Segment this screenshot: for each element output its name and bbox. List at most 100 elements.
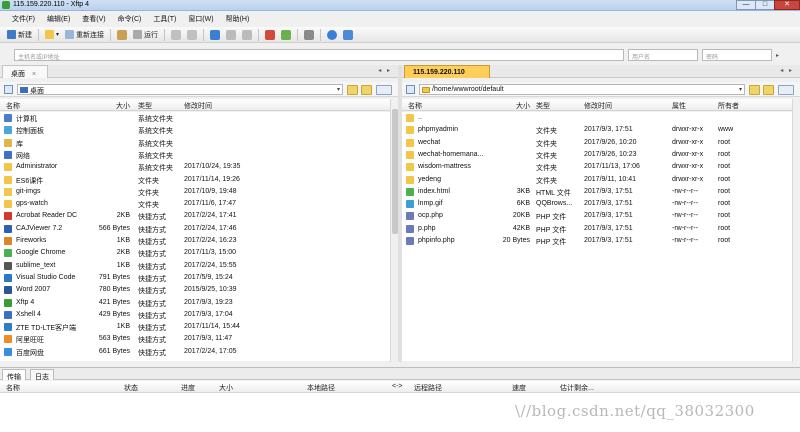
table-row[interactable]: phpmyadmin 文件夹 2017/9/3, 17:51 drwxr-xr-x ww… <box>402 124 792 136</box>
minimize-button[interactable]: — <box>736 0 756 10</box>
table-row[interactable]: index.html 3KB HTML 文件 2017/9/3, 17:51 -rw-r… <box>402 186 792 198</box>
run-button[interactable]: 运行 <box>130 28 161 42</box>
transfer-col-direction[interactable]: <-> <box>392 383 403 390</box>
table-row[interactable]: 阿里旺旺 563 Bytes 快捷方式 2017/9/3, 11:47 <box>0 333 390 345</box>
table-row[interactable]: Visual Studio Code 791 Bytes 快捷方式 2017/5/9,… <box>0 272 390 284</box>
table-row[interactable]: Administrator 系统文件夹 2017/10/24, 19:35 <box>0 161 390 173</box>
transfer-col-speed[interactable]: 速度 <box>512 383 526 393</box>
xshell-icon[interactable] <box>265 29 276 40</box>
right-scrollbar[interactable] <box>792 99 800 362</box>
username-input[interactable]: 用户名 <box>628 49 698 61</box>
copy-icon[interactable] <box>226 29 237 40</box>
transfer-col-status[interactable]: 状态 <box>124 383 138 393</box>
remote-col-attrs[interactable]: 属性 <box>672 101 686 111</box>
menu-edit[interactable]: 编辑(E) <box>41 12 76 24</box>
table-row[interactable]: Xftp 4 421 Bytes 快捷方式 2017/9/3, 19:23 <box>0 297 390 309</box>
menu-view[interactable]: 查看(V) <box>76 12 111 24</box>
transfer-col-progress[interactable]: 进度 <box>181 383 195 393</box>
remote-parent-folder-icon[interactable] <box>749 85 760 95</box>
transfer-col-name[interactable]: 名称 <box>6 383 20 393</box>
table-row[interactable]: 库 系统文件夹 <box>0 137 390 149</box>
left-scrollbar[interactable] <box>390 99 398 362</box>
col-size[interactable]: 大小 <box>116 101 130 111</box>
remote-col-modified[interactable]: 修改时间 <box>584 101 612 111</box>
properties-icon[interactable] <box>117 29 128 40</box>
sidebar-toggle-icon[interactable] <box>4 85 13 94</box>
sync-icon[interactable] <box>281 29 292 40</box>
menu-tools[interactable]: 工具(T) <box>147 12 182 24</box>
menu-file[interactable]: 文件(F) <box>6 12 41 24</box>
remote-sidebar-toggle-icon[interactable] <box>406 85 415 94</box>
table-row[interactable]: Word 2007 780 Bytes 快捷方式 2015/9/25, 10:39 <box>0 284 390 296</box>
table-row[interactable]: 百度网盘 661 Bytes 快捷方式 2017/2/24, 17:05 <box>0 346 390 358</box>
table-row[interactable]: wechat 文件夹 2017/9/26, 10:20 drwxr-xr-x root <box>402 137 792 149</box>
table-row[interactable]: .. <box>402 112 792 124</box>
table-row[interactable]: 网络 系统文件夹 <box>0 149 390 161</box>
transfer-col-local-path[interactable]: 本地路径 <box>307 383 335 393</box>
table-row[interactable]: Acrobat Reader DC 2KB 快捷方式 2017/2/24, 17:41 <box>0 210 390 222</box>
table-row[interactable]: git-imgs 文件夹 2017/10/9, 19:48 <box>0 186 390 198</box>
table-row[interactable]: lnmp.gif 6KB QQBrows... 2017/9/3, 17:51 -rw-… <box>402 198 792 210</box>
help-icon[interactable] <box>343 29 354 40</box>
table-row[interactable]: ocp.php 20KB PHP 文件 2017/9/3, 17:51 -rw-r--r… <box>402 210 792 222</box>
table-row[interactable]: 计算机 系统文件夹 <box>0 112 390 124</box>
reconnect-button[interactable]: 重新连接 <box>62 28 107 42</box>
tab-log[interactable]: 日志 <box>30 369 54 381</box>
parent-folder-icon[interactable] <box>347 85 358 95</box>
table-row[interactable]: Fireworks 1KB 快捷方式 2017/2/24, 16:23 <box>0 235 390 247</box>
host-input[interactable]: 主机名或IP地址 <box>14 49 624 61</box>
menu-help[interactable]: 帮助(H) <box>220 12 256 24</box>
right-path-field[interactable]: /home/wwwroot/default ▾ <box>419 84 745 95</box>
table-row[interactable]: 控制面板 系统文件夹 <box>0 124 390 136</box>
paste-icon[interactable] <box>242 29 253 40</box>
home-folder-icon[interactable] <box>361 85 372 95</box>
col-modified[interactable]: 修改时间 <box>184 101 212 111</box>
table-row[interactable]: ZTE TD-LTE客户端 1KB 快捷方式 2017/11/14, 15:44 <box>0 321 390 333</box>
col-name[interactable]: 名称 <box>6 101 20 111</box>
path-dropdown-icon[interactable]: ▾ <box>337 86 340 93</box>
menu-commands[interactable]: 命令(C) <box>112 12 148 24</box>
table-row[interactable]: CAJViewer 7.2 566 Bytes 快捷方式 2017/2/24, 17:… <box>0 223 390 235</box>
remote-col-owner[interactable]: 所有者 <box>718 101 739 111</box>
table-row[interactable]: ES6课件 文件夹 2017/11/14, 19:26 <box>0 174 390 186</box>
right-tab-scroll-arrows[interactable]: ◂ ▸ <box>780 67 794 74</box>
password-input[interactable]: 密码 <box>702 49 772 61</box>
remote-col-type[interactable]: 类型 <box>536 101 550 111</box>
col-type[interactable]: 类型 <box>138 101 152 111</box>
remote-col-name[interactable]: 名称 <box>408 101 422 111</box>
table-row[interactable]: phpinfo.php 20 Bytes PHP 文件 2017/9/3, 17:51… <box>402 235 792 247</box>
transfer-col-remote-path[interactable]: 远程路径 <box>414 383 442 393</box>
close-tab-icon[interactable]: × <box>32 71 36 78</box>
maximize-button[interactable]: □ <box>755 0 775 10</box>
back-arrow-icon[interactable] <box>171 29 182 40</box>
open-folder-button[interactable]: ▾ <box>42 28 62 42</box>
remote-col-size[interactable]: 大小 <box>516 101 530 111</box>
new-session-button[interactable]: 新建 <box>4 28 35 42</box>
remote-view-mode-icon[interactable] <box>778 85 794 95</box>
menu-window[interactable]: 窗口(W) <box>182 12 219 24</box>
table-row[interactable]: wisdom-mattress 文件夹 2017/11/13, 17:06 drwxr… <box>402 161 792 173</box>
table-row[interactable]: gps-watch 文件夹 2017/11/6, 17:47 <box>0 198 390 210</box>
table-row[interactable]: wechat-homemana... 文件夹 2017/9/26, 10:23 drw… <box>402 149 792 161</box>
tab-desktop[interactable]: 桌面 × <box>2 65 48 78</box>
table-row[interactable]: yedeng 文件夹 2017/9/11, 10:41 drwxr-xr-x root <box>402 174 792 186</box>
table-row[interactable]: Xshell 4 429 Bytes 快捷方式 2017/9/3, 17:04 <box>0 309 390 321</box>
remote-home-folder-icon[interactable] <box>763 85 774 95</box>
left-tab-scroll-arrows[interactable]: ◂ ▸ <box>378 67 392 74</box>
left-path-field[interactable]: 桌面 ▾ <box>17 84 343 95</box>
transfer-icon[interactable] <box>210 29 221 40</box>
address-options-icon[interactable]: ▸ <box>776 52 779 59</box>
tab-remote-host[interactable]: 115.159.220.110 <box>404 65 490 78</box>
table-row[interactable]: p.php 42KB PHP 文件 2017/9/3, 17:51 -rw-r--r--… <box>402 223 792 235</box>
table-row[interactable]: Google Chrome 2KB 快捷方式 2017/11/3, 15:00 <box>0 247 390 259</box>
view-mode-icon[interactable] <box>376 85 392 95</box>
settings-icon[interactable] <box>304 29 315 40</box>
transfer-col-eta[interactable]: 估计剩余... <box>560 383 594 393</box>
info-icon[interactable] <box>327 29 338 40</box>
table-row[interactable]: sublime_text 1KB 快捷方式 2017/2/24, 15:55 <box>0 260 390 272</box>
transfer-col-size[interactable]: 大小 <box>219 383 233 393</box>
close-button[interactable]: ✕ <box>774 0 800 10</box>
remote-path-dropdown-icon[interactable]: ▾ <box>739 86 742 93</box>
tab-transfers[interactable]: 传输 <box>2 369 26 381</box>
forward-arrow-icon[interactable] <box>187 29 198 40</box>
